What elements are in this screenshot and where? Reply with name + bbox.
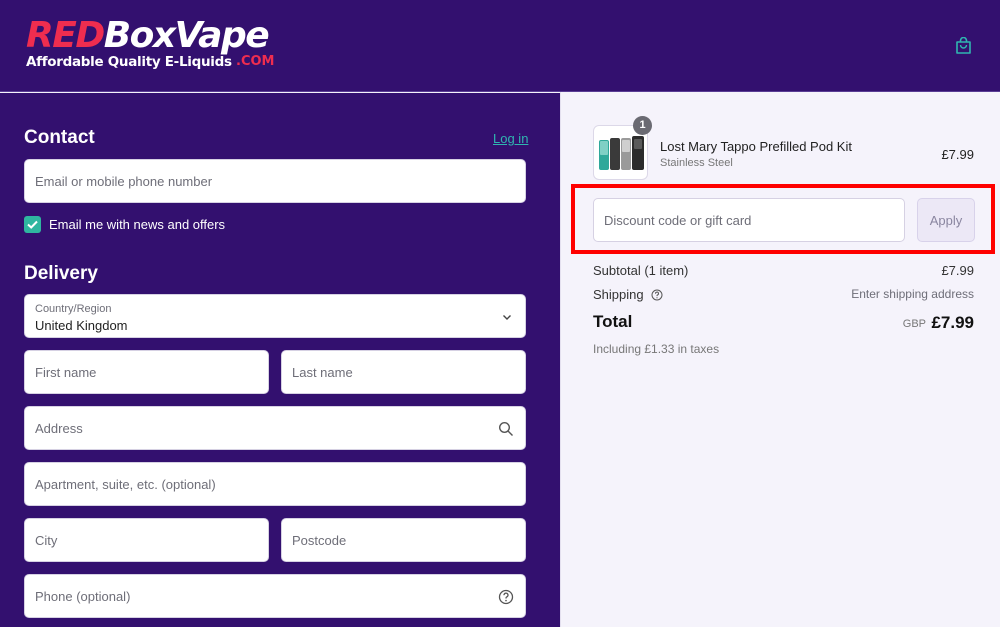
- postcode-input[interactable]: [282, 519, 525, 561]
- subtotal-value: £7.99: [941, 263, 974, 278]
- order-summary: 1 Lost Mary Tappo Prefilled Pod Kit Stai…: [560, 92, 1000, 627]
- country-select-label: Country/Region: [35, 303, 112, 315]
- apartment-field[interactable]: [24, 462, 526, 506]
- last-name-field[interactable]: [281, 350, 526, 394]
- address-input[interactable]: [25, 407, 525, 449]
- country-select-value: United Kingdom: [35, 318, 128, 333]
- contact-heading: Contact: [24, 127, 95, 148]
- checkmark-icon: [27, 220, 38, 229]
- phone-field[interactable]: [24, 574, 526, 618]
- logo-red-text: RED: [26, 15, 105, 56]
- shipping-value: Enter shipping address: [851, 287, 974, 301]
- last-name-input[interactable]: [282, 351, 525, 393]
- newsletter-label: Email me with news and offers: [49, 217, 226, 232]
- store-logo[interactable]: REDBoxVape Affordable Quality E-Liquids …: [26, 16, 286, 76]
- highlight-box: [571, 184, 995, 254]
- subtotal-label: Subtotal (1 item): [593, 263, 689, 278]
- shipping-row: Shipping: [593, 287, 663, 302]
- total-label: Total: [593, 312, 633, 331]
- tax-note: Including £1.33 in taxes: [593, 342, 720, 356]
- first-name-field[interactable]: [24, 350, 269, 394]
- shopping-bag-icon[interactable]: [955, 37, 972, 55]
- country-select[interactable]: Country/Region United Kingdom: [24, 294, 526, 338]
- logo-white-text: BoxVape: [103, 15, 270, 56]
- help-circle-icon[interactable]: [498, 589, 514, 605]
- postcode-field[interactable]: [281, 518, 526, 562]
- search-icon[interactable]: [498, 421, 514, 437]
- total-value: £7.99: [931, 313, 974, 332]
- login-link[interactable]: Log in: [493, 131, 528, 146]
- apartment-input[interactable]: [25, 463, 525, 505]
- city-field[interactable]: [24, 518, 269, 562]
- product-price: £7.99: [941, 147, 974, 162]
- city-input[interactable]: [25, 519, 268, 561]
- delivery-heading: Delivery: [24, 263, 98, 284]
- address-field[interactable]: [24, 406, 526, 450]
- site-header: REDBoxVape Affordable Quality E-Liquids …: [0, 0, 1000, 92]
- product-variant: Stainless Steel: [660, 157, 733, 169]
- chevron-down-icon: [503, 315, 511, 320]
- newsletter-checkbox[interactable]: [24, 216, 41, 233]
- logo-domain: .COM: [236, 54, 275, 69]
- email-field[interactable]: [24, 159, 526, 203]
- help-circle-icon[interactable]: [651, 289, 663, 301]
- email-input[interactable]: [25, 160, 525, 202]
- checkout-form: Contact Log in Email me with news and of…: [0, 93, 560, 627]
- first-name-input[interactable]: [25, 351, 268, 393]
- product-name: Lost Mary Tappo Prefilled Pod Kit: [660, 139, 852, 154]
- phone-input[interactable]: [25, 575, 525, 617]
- logo-wordmark: REDBoxVape: [26, 15, 270, 56]
- total-currency: GBP: [902, 318, 926, 330]
- quantity-badge: 1: [633, 116, 652, 135]
- logo-tagline: Affordable Quality E-Liquids: [26, 54, 232, 70]
- shipping-label: Shipping: [593, 287, 644, 302]
